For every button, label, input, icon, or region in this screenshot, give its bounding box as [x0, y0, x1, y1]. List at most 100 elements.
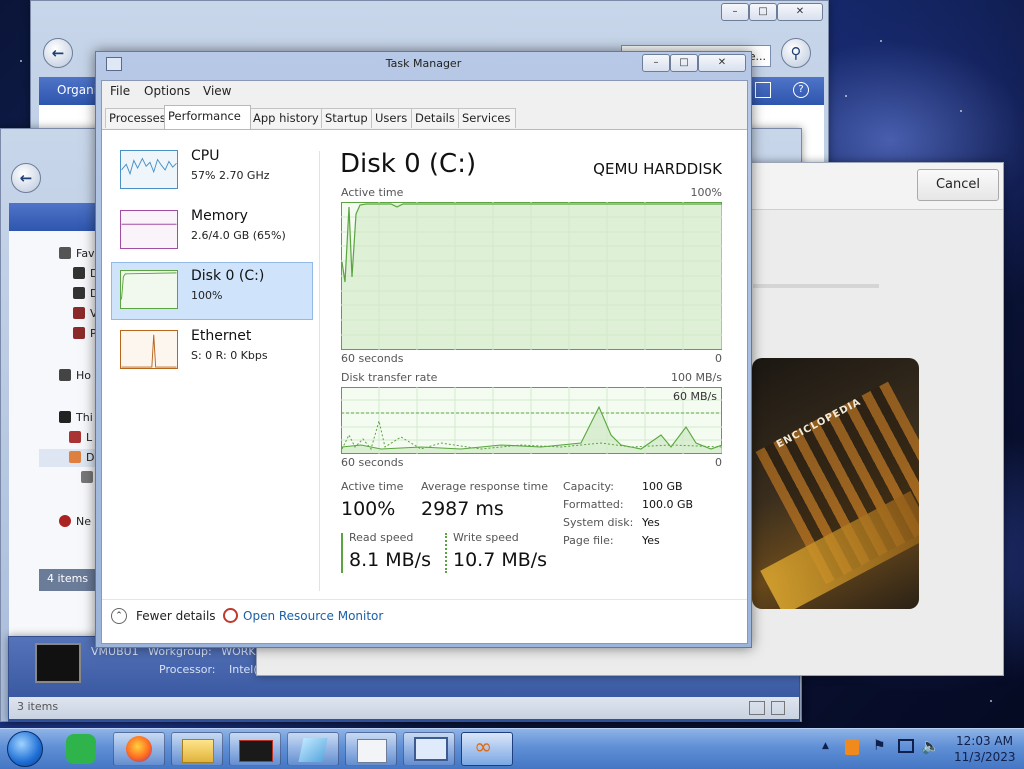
nav-item[interactable]: P — [73, 325, 97, 343]
nav-item[interactable]: V — [73, 305, 98, 323]
maximize-button[interactable]: □ — [670, 54, 698, 72]
graphics-card-icon — [239, 740, 273, 762]
minimize-button[interactable]: – — [642, 54, 670, 72]
memory-detail: 2.6/4.0 GB (65%) — [191, 229, 286, 242]
star — [845, 95, 847, 97]
menu-file[interactable]: File — [110, 84, 130, 98]
avg-response-label: Average response time — [421, 480, 548, 493]
tiles-view-icon[interactable] — [771, 701, 785, 715]
clock-date[interactable]: 11/3/2023 — [954, 750, 1016, 764]
maximize-button[interactable]: □ — [749, 3, 777, 21]
open-resource-monitor-link[interactable]: Open Resource Monitor — [243, 609, 383, 623]
active-time-graph-max: 100% — [690, 186, 722, 199]
read-speed-label: Read speed — [349, 531, 414, 544]
back-arrow-icon: ← — [51, 44, 65, 62]
transfer-zero: 0 — [715, 456, 722, 469]
details-view-icon[interactable] — [749, 701, 765, 715]
network-icon[interactable] — [898, 739, 914, 753]
nav-item[interactable]: D — [39, 449, 99, 467]
nav-item[interactable]: Fav — [59, 245, 95, 263]
page-file-value: Yes — [642, 534, 660, 547]
network-drive-icon — [69, 451, 81, 463]
transfer-rate-graph — [341, 387, 722, 454]
computer-icon — [414, 737, 448, 761]
home-icon — [59, 369, 71, 381]
resource-cpu[interactable]: CPU 57% 2.70 GHz — [111, 142, 313, 200]
minimize-button[interactable]: – — [721, 3, 749, 21]
memory-label: Memory — [191, 208, 248, 224]
volume-icon[interactable]: 🔈 — [921, 737, 940, 755]
star — [990, 700, 992, 702]
transfer-graph-max: 100 MB/s — [671, 371, 722, 384]
resource-monitor-icon[interactable] — [223, 608, 238, 623]
menu-bar: File Options View — [102, 81, 747, 103]
page-file-label: Page file: — [563, 534, 614, 547]
capacity-value: 100 GB — [642, 480, 683, 493]
system-button[interactable] — [403, 732, 455, 766]
formatted-label: Formatted: — [563, 498, 624, 511]
folder-icon — [73, 267, 85, 279]
notes-app-button[interactable] — [66, 734, 96, 764]
firefox-button[interactable] — [113, 732, 165, 766]
computer-monitor-icon — [35, 643, 81, 683]
network-icon — [59, 515, 71, 527]
start-button[interactable] — [7, 731, 43, 767]
resource-ethernet[interactable]: Ethernet S: 0 R: 0 Kbps — [111, 322, 313, 380]
ethernet-thumbnail — [120, 330, 178, 369]
write-speed-marker — [445, 533, 447, 573]
tab-app-history[interactable]: App history — [249, 108, 324, 128]
close-button[interactable]: ✕ — [777, 3, 823, 21]
taskbar: ∞ ▲ ⚑ 🔈 12:03 AM 11/3/2023 — [0, 728, 1024, 769]
nav-item[interactable]: Ne — [59, 513, 91, 531]
view-icon[interactable] — [755, 82, 771, 98]
task-manager-button[interactable] — [345, 732, 397, 766]
show-hidden-icons[interactable]: ▲ — [822, 741, 829, 751]
disk-thumbnail — [120, 270, 178, 309]
resource-memory[interactable]: Memory 2.6/4.0 GB (65%) — [111, 202, 313, 260]
help-icon[interactable]: ? — [793, 82, 809, 98]
tab-details[interactable]: Details — [411, 108, 459, 128]
star — [880, 40, 882, 42]
menu-options[interactable]: Options — [144, 84, 190, 98]
star-icon — [59, 247, 71, 259]
notepad-icon — [298, 738, 328, 762]
search-icon[interactable]: ⚲ — [781, 38, 811, 68]
write-speed-label: Write speed — [453, 531, 519, 544]
folder-icon — [81, 471, 93, 483]
capacity-label: Capacity: — [563, 480, 614, 493]
back-arrow-icon: ← — [19, 169, 33, 187]
disk-title: Disk 0 (C:) — [340, 149, 477, 179]
resource-disk[interactable]: Disk 0 (C:) 100% — [111, 262, 313, 320]
transfer-graph-label: Disk transfer rate — [341, 371, 438, 384]
flag-icon[interactable]: ⚑ — [873, 738, 886, 754]
fewer-details-icon[interactable]: ⌃ — [111, 608, 127, 624]
nav-item[interactable]: Ho — [59, 367, 91, 385]
nav-item[interactable]: L — [69, 429, 92, 447]
file-explorer-button[interactable] — [171, 732, 223, 766]
fewer-details-button[interactable]: Fewer details — [136, 609, 216, 623]
back-button[interactable]: ← — [43, 38, 73, 68]
system-disk-value: Yes — [642, 516, 660, 529]
system-disk-label: System disk: — [563, 516, 634, 529]
tab-users[interactable]: Users — [371, 108, 413, 128]
network-drive-button[interactable]: ∞ — [461, 732, 513, 766]
tab-processes[interactable]: Processes — [105, 108, 169, 128]
task-manager-window[interactable]: Task Manager – □ ✕ File Options View Pro… — [95, 51, 752, 648]
notepad-button[interactable] — [287, 732, 339, 766]
clock-time[interactable]: 12:03 AM — [956, 734, 1013, 748]
app-tray-icon[interactable] — [845, 739, 859, 755]
disk-detail: 100% — [191, 289, 223, 302]
tab-services[interactable]: Services — [458, 108, 516, 128]
cancel-button[interactable]: Cancel — [917, 169, 999, 201]
organize-menu[interactable]: Organi — [57, 83, 97, 97]
back-button[interactable]: ← — [11, 163, 41, 193]
cpu-label: CPU — [191, 148, 220, 164]
nav-item[interactable]: Thi — [59, 409, 93, 427]
tab-performance[interactable]: Performance — [164, 105, 251, 129]
graphics-card-button[interactable] — [229, 732, 281, 766]
close-button[interactable]: ✕ — [698, 54, 746, 72]
tab-startup[interactable]: Startup — [321, 108, 373, 128]
window-title: Task Manager — [385, 57, 462, 70]
menu-view[interactable]: View — [203, 84, 231, 98]
memory-thumbnail — [120, 210, 178, 249]
